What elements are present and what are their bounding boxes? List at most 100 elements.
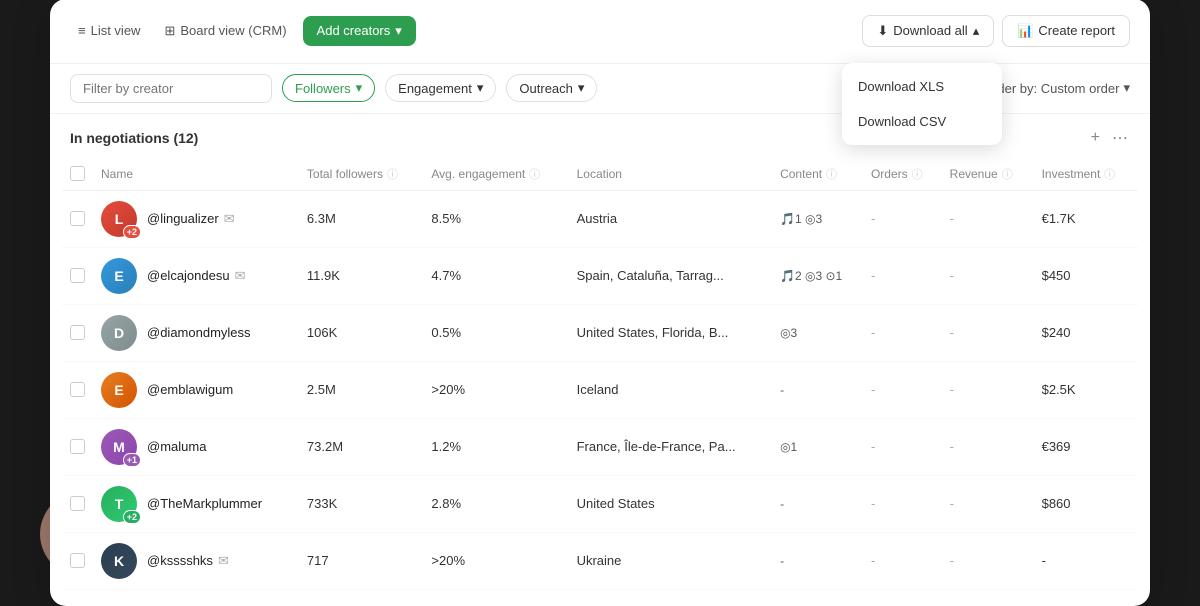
row-name-cell: E @emblawigum (93, 361, 299, 418)
section-actions: + ⋯ (1089, 126, 1130, 150)
avatar: D (101, 315, 137, 351)
investment-info-icon: ⓘ (1104, 166, 1115, 182)
chevron-down-icon: ▾ (578, 80, 585, 96)
avatar-wrapper: M +1 (101, 429, 137, 465)
search-input[interactable] (70, 74, 272, 103)
followers-filter-button[interactable]: Followers ▾ (282, 74, 375, 102)
chevron-down-icon: ▾ (477, 80, 484, 96)
row-location: Spain, Cataluña, Tarrag... (569, 247, 772, 304)
row-checkbox[interactable] (70, 325, 85, 340)
row-engagement: >20% (423, 361, 568, 418)
row-engagement: 0.5% (423, 304, 568, 361)
row-revenue: - (942, 475, 1034, 532)
add-creators-button[interactable]: Add creators ▾ (303, 16, 416, 46)
more-options-button[interactable]: ⋯ (1110, 126, 1130, 150)
table-container: Name Total followersⓘ Avg. engagementⓘ L… (50, 158, 1150, 590)
row-investment: €1.7K (1034, 190, 1138, 247)
row-revenue: - (942, 361, 1034, 418)
row-name-cell: M +1 @maluma (93, 418, 299, 475)
engagement-info-icon: ⓘ (529, 166, 540, 182)
row-checkbox-cell (62, 361, 93, 418)
creator-name[interactable]: @diamondmyless (147, 325, 251, 340)
row-orders: - (863, 475, 942, 532)
row-content: - (772, 532, 863, 589)
row-checkbox[interactable] (70, 382, 85, 397)
avatar-badge: +2 (123, 510, 141, 524)
engagement-filter-button[interactable]: Engagement ▾ (385, 74, 496, 102)
main-card: ≡ List view ⊞ Board view (CRM) Add creat… (50, 0, 1150, 606)
row-revenue: - (942, 304, 1034, 361)
board-view-icon: ⊞ (164, 23, 175, 39)
row-orders: - (863, 532, 942, 589)
outreach-filter-label: Outreach (519, 81, 572, 96)
row-content: - (772, 361, 863, 418)
list-view-button[interactable]: ≡ List view (70, 18, 148, 43)
download-all-button[interactable]: ⬇ Download all ▴ (862, 15, 994, 47)
row-revenue: - (942, 418, 1034, 475)
list-view-icon: ≡ (78, 23, 86, 38)
row-investment: $2.5K (1034, 361, 1138, 418)
avatar-wrapper: K (101, 543, 137, 579)
header-name: Name (93, 158, 299, 191)
creator-name[interactable]: @emblawigum (147, 382, 233, 397)
add-creators-label: Add creators (317, 23, 391, 38)
content-info-icon: ⓘ (826, 166, 837, 182)
avatar: E (101, 372, 137, 408)
row-name-cell: L +2 @lingualizer ✉ (93, 190, 299, 247)
row-revenue: - (942, 247, 1034, 304)
order-button[interactable]: Order by: Custom order ▾ (983, 80, 1130, 96)
row-checkbox[interactable] (70, 553, 85, 568)
row-name-cell: E @elcajondesu ✉ (93, 247, 299, 304)
row-checkbox-cell (62, 532, 93, 589)
row-checkbox-cell (62, 475, 93, 532)
row-investment: $860 (1034, 475, 1138, 532)
row-followers: 2.5M (299, 361, 423, 418)
avatar: K (101, 543, 137, 579)
download-xls-item[interactable]: Download XLS (842, 69, 1002, 104)
chevron-up-icon: ▴ (973, 23, 980, 39)
table-row: E @elcajondesu ✉ 11.9K 4.7% Spain, Catal… (62, 247, 1138, 304)
row-engagement: 2.8% (423, 475, 568, 532)
row-orders: - (863, 361, 942, 418)
row-followers: 73.2M (299, 418, 423, 475)
download-csv-item[interactable]: Download CSV (842, 104, 1002, 139)
avatar-wrapper: D (101, 315, 137, 351)
row-orders: - (863, 247, 942, 304)
header-orders: Ordersⓘ (863, 158, 942, 191)
row-checkbox[interactable] (70, 268, 85, 283)
row-followers: 717 (299, 532, 423, 589)
header-followers: Total followersⓘ (299, 158, 423, 191)
avatar-badge: +2 (123, 225, 141, 239)
row-checkbox[interactable] (70, 211, 85, 226)
list-view-label: List view (91, 23, 141, 38)
row-checkbox[interactable] (70, 439, 85, 454)
row-content: 🎵1 ◎3 (772, 190, 863, 247)
row-engagement: 1.2% (423, 418, 568, 475)
board-view-button[interactable]: ⊞ Board view (CRM) (156, 18, 294, 44)
outreach-filter-button[interactable]: Outreach ▾ (506, 74, 597, 102)
row-followers: 6.3M (299, 190, 423, 247)
creator-name[interactable]: @ksssshks ✉ (147, 553, 229, 569)
row-engagement: >20% (423, 532, 568, 589)
board-view-label: Board view (CRM) (180, 23, 286, 38)
row-name-cell: T +2 @TheMarkplummer (93, 475, 299, 532)
creator-name[interactable]: @maluma (147, 439, 206, 454)
header-content: Contentⓘ (772, 158, 863, 191)
row-checkbox[interactable] (70, 496, 85, 511)
avatar-wrapper: E (101, 258, 137, 294)
creator-name[interactable]: @lingualizer ✉ (147, 211, 235, 227)
row-location: France, Île-de-France, Pa... (569, 418, 772, 475)
row-checkbox-cell (62, 247, 93, 304)
row-orders: - (863, 190, 942, 247)
creator-name[interactable]: @elcajondesu ✉ (147, 268, 246, 284)
select-all-checkbox[interactable] (70, 166, 85, 181)
row-engagement: 8.5% (423, 190, 568, 247)
row-orders: - (863, 418, 942, 475)
creator-name[interactable]: @TheMarkplummer (147, 496, 262, 511)
avatar-wrapper: E (101, 372, 137, 408)
row-investment: $450 (1034, 247, 1138, 304)
table-row: D @diamondmyless 106K 0.5% United States… (62, 304, 1138, 361)
header-revenue: Revenueⓘ (942, 158, 1034, 191)
create-report-button[interactable]: 📊 Create report (1002, 15, 1130, 47)
add-row-button[interactable]: + (1089, 127, 1102, 149)
